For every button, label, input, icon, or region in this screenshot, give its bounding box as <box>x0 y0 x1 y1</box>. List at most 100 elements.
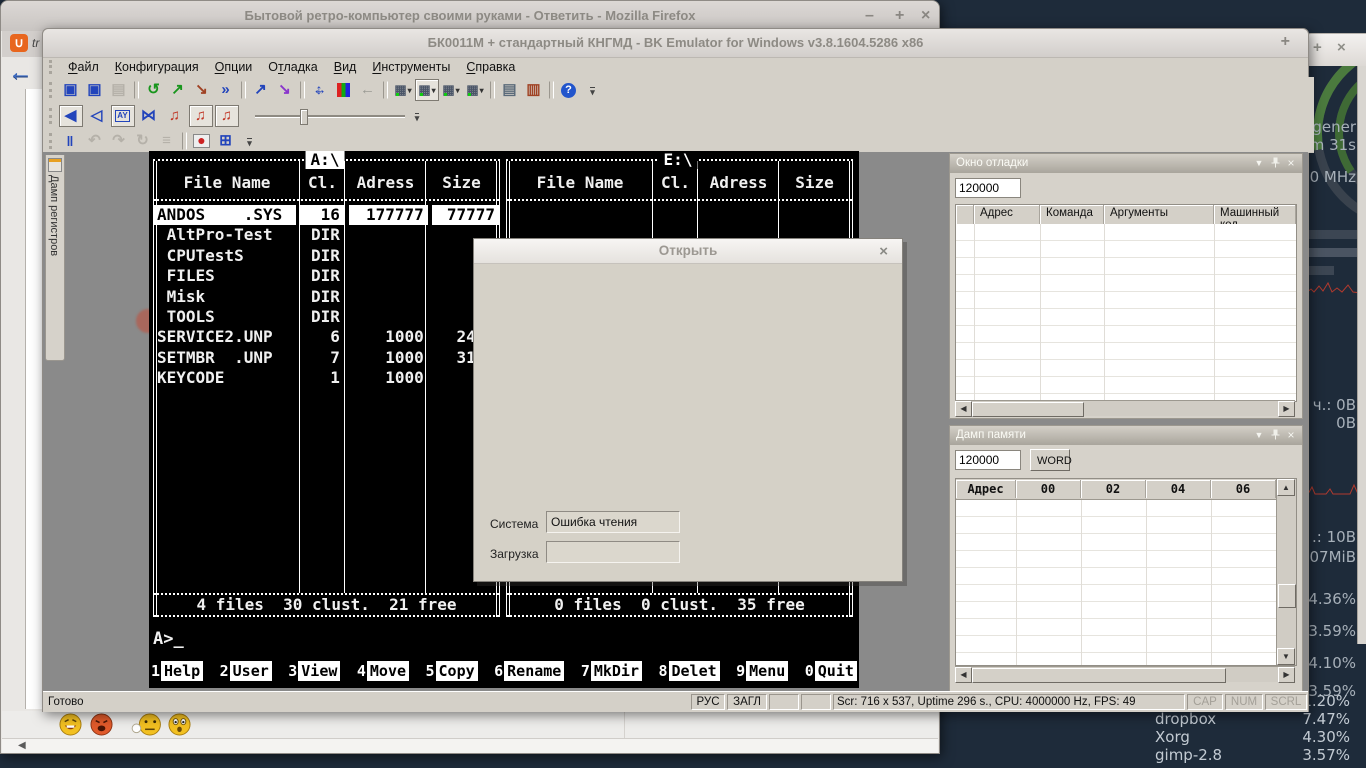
tab-title[interactable]: tr <box>32 36 39 50</box>
word-mode-button[interactable]: WORD <box>1030 449 1070 471</box>
help-icon[interactable]: ? <box>557 79 581 101</box>
debug-panel-titlebar[interactable]: Окно отладки ▼ × <box>950 154 1302 173</box>
reset-icon[interactable]: ↺ <box>142 79 166 101</box>
fullscreen-icon[interactable] <box>308 79 332 101</box>
close-icon[interactable]: × <box>1284 157 1298 170</box>
scroll-down-icon[interactable]: ▼ <box>1277 648 1295 665</box>
smiley-laughing-icon[interactable] <box>59 713 82 736</box>
file-row[interactable]: Misk DIR <box>154 287 499 307</box>
firefox-horizontal-scrollbar[interactable]: ◀ <box>2 738 938 753</box>
dialog-titlebar[interactable]: Открыть × <box>474 239 902 264</box>
covox-icon[interactable]: ⋈ <box>137 105 161 127</box>
speaker-mute-icon[interactable]: ◁ <box>85 105 109 127</box>
back-icon[interactable]: ← <box>8 58 33 87</box>
close-button[interactable]: × <box>1337 40 1346 56</box>
collapse-icon[interactable]: ▼ <box>1252 429 1266 442</box>
smiley-thinking-icon[interactable] <box>130 713 164 736</box>
tape-icon[interactable]: ▤ <box>107 79 131 101</box>
status-caps-zagl[interactable]: ЗАГЛ <box>727 694 767 710</box>
collapse-icon[interactable]: ▼ <box>1252 157 1266 170</box>
scroll-right-icon[interactable]: ▶ <box>1278 667 1295 683</box>
minimize-button[interactable]: – <box>865 8 874 24</box>
emulator-titlebar[interactable]: БК0011М + стандартный КНГМД - BK Emulato… <box>43 29 1308 58</box>
scrollbar-thumb[interactable] <box>972 668 1226 683</box>
smiley-surprised-icon[interactable] <box>168 713 191 736</box>
file-row[interactable]: SERVICE2.UNP 6 1000 2414 <box>154 327 499 347</box>
fn-key[interactable]: 4Move <box>357 661 409 681</box>
pin-icon[interactable] <box>1268 157 1282 170</box>
scrollbar-thumb[interactable] <box>972 402 1084 417</box>
record-screen-icon[interactable]: ● <box>190 130 214 152</box>
fn-key[interactable]: 3View <box>288 661 340 681</box>
close-icon[interactable]: × <box>1284 429 1298 442</box>
screen-mode-icon[interactable]: ← <box>356 79 380 101</box>
fn-key[interactable]: 9Menu <box>736 661 788 681</box>
scroll-up-icon[interactable]: ▲ <box>1277 479 1295 496</box>
fn-key[interactable]: 7MkDir <box>581 661 642 681</box>
background-window-scrollbar[interactable] <box>1357 66 1366 644</box>
drive-d-icon[interactable]: ▦▾ <box>463 79 487 101</box>
menu-help[interactable]: Справка <box>458 58 523 76</box>
scroll-left-icon[interactable]: ◀ <box>18 739 26 753</box>
maximize-button[interactable]: + <box>1313 40 1322 56</box>
debug-address-input[interactable] <box>955 178 1021 198</box>
system-field[interactable]: Ошибка чтения <box>546 511 680 533</box>
menu-view[interactable]: Вид <box>326 58 365 76</box>
printer-icon[interactable]: ▤ <box>498 79 522 101</box>
reload-icon[interactable]: ↻ <box>131 130 155 152</box>
drive-c-icon[interactable]: ▦▾ <box>439 79 463 101</box>
scrollbar-thumb[interactable] <box>1278 584 1296 608</box>
file-row[interactable]: SETMBR .UNP 7 1000 3176 <box>154 348 499 368</box>
ay-chip-icon[interactable]: AY <box>111 105 135 127</box>
joystick-alt-icon[interactable]: ♫ <box>189 105 213 127</box>
file-row[interactable]: CPUTestS DIR <box>154 246 499 266</box>
debug-horizontal-scrollbar[interactable]: ◀ ▶ <box>955 400 1295 416</box>
menu-tools[interactable]: Инструменты <box>364 58 458 76</box>
scroll-left-icon[interactable]: ◀ <box>955 401 972 417</box>
step-icon[interactable]: ≡ <box>155 130 179 152</box>
ay-stereo-icon[interactable]: ♫ <box>215 105 239 127</box>
windows-grid-icon[interactable]: ⊞ <box>214 130 238 152</box>
toolbar-overflow-icon[interactable]: ▾ <box>238 130 262 152</box>
column-header[interactable]: 06 <box>1211 480 1276 498</box>
menu-debug[interactable]: Отладка <box>260 58 325 76</box>
column-header[interactable]: 02 <box>1081 480 1146 498</box>
column-header[interactable]: Адрес <box>956 480 1016 498</box>
column-header[interactable]: 00 <box>1016 480 1081 498</box>
drive-b-icon[interactable]: ▦▾ <box>415 79 439 101</box>
stop-icon[interactable]: ↘ <box>190 79 214 101</box>
close-button[interactable]: × <box>921 8 930 24</box>
toolbar-overflow-icon[interactable]: ▾ <box>405 105 429 127</box>
status-layout-rus[interactable]: РУС <box>691 694 725 710</box>
memory-vertical-scrollbar[interactable]: ▲ ▼ <box>1276 479 1296 665</box>
pin-icon[interactable] <box>1268 429 1282 442</box>
scroll-right-icon[interactable]: ▶ <box>1278 401 1295 417</box>
scroll-left-icon[interactable]: ◀ <box>955 667 972 683</box>
load-file-icon[interactable]: ↗ <box>249 79 273 101</box>
firefox-titlebar[interactable]: Бытовой ретро-компьютер своими руками - … <box>1 1 939 31</box>
fn-key[interactable]: 0Quit <box>805 661 857 681</box>
save-state-icon[interactable]: ▣ <box>59 79 83 101</box>
command-prompt[interactable]: A>_ <box>153 629 184 649</box>
drive-a-icon[interactable]: ▦▾ <box>391 79 415 101</box>
load-field[interactable] <box>546 541 680 563</box>
column-header[interactable]: 04 <box>1146 480 1211 498</box>
file-row[interactable]: AltPro-Test DIR <box>154 225 499 245</box>
maximize-button[interactable]: + <box>1281 34 1290 50</box>
fn-key[interactable]: 8Delet <box>658 661 719 681</box>
memory-address-input[interactable] <box>955 450 1021 470</box>
fast-forward-icon[interactable]: » <box>214 79 238 101</box>
registers-dump-tab[interactable]: Дамп регистров <box>45 155 65 361</box>
joystick-icon[interactable]: ♫ <box>163 105 187 127</box>
maximize-button[interactable]: + <box>895 8 904 24</box>
file-row[interactable]: TOOLS DIR <box>154 307 499 327</box>
menu-options[interactable]: Опции <box>207 58 261 76</box>
fn-key[interactable]: 1Help <box>151 661 203 681</box>
redo-icon[interactable]: ↷ <box>107 130 131 152</box>
toolbar-overflow-icon[interactable]: ▾ <box>581 79 605 101</box>
save-state-as-icon[interactable]: ▣ <box>83 79 107 101</box>
file-row[interactable]: ANDOS .SYS 16 177777 77777 <box>154 205 499 225</box>
undo-icon[interactable]: ↶ <box>83 130 107 152</box>
save-file-icon[interactable]: ↘ <box>273 79 297 101</box>
memory-horizontal-scrollbar[interactable]: ◀ ▶ <box>955 666 1295 682</box>
